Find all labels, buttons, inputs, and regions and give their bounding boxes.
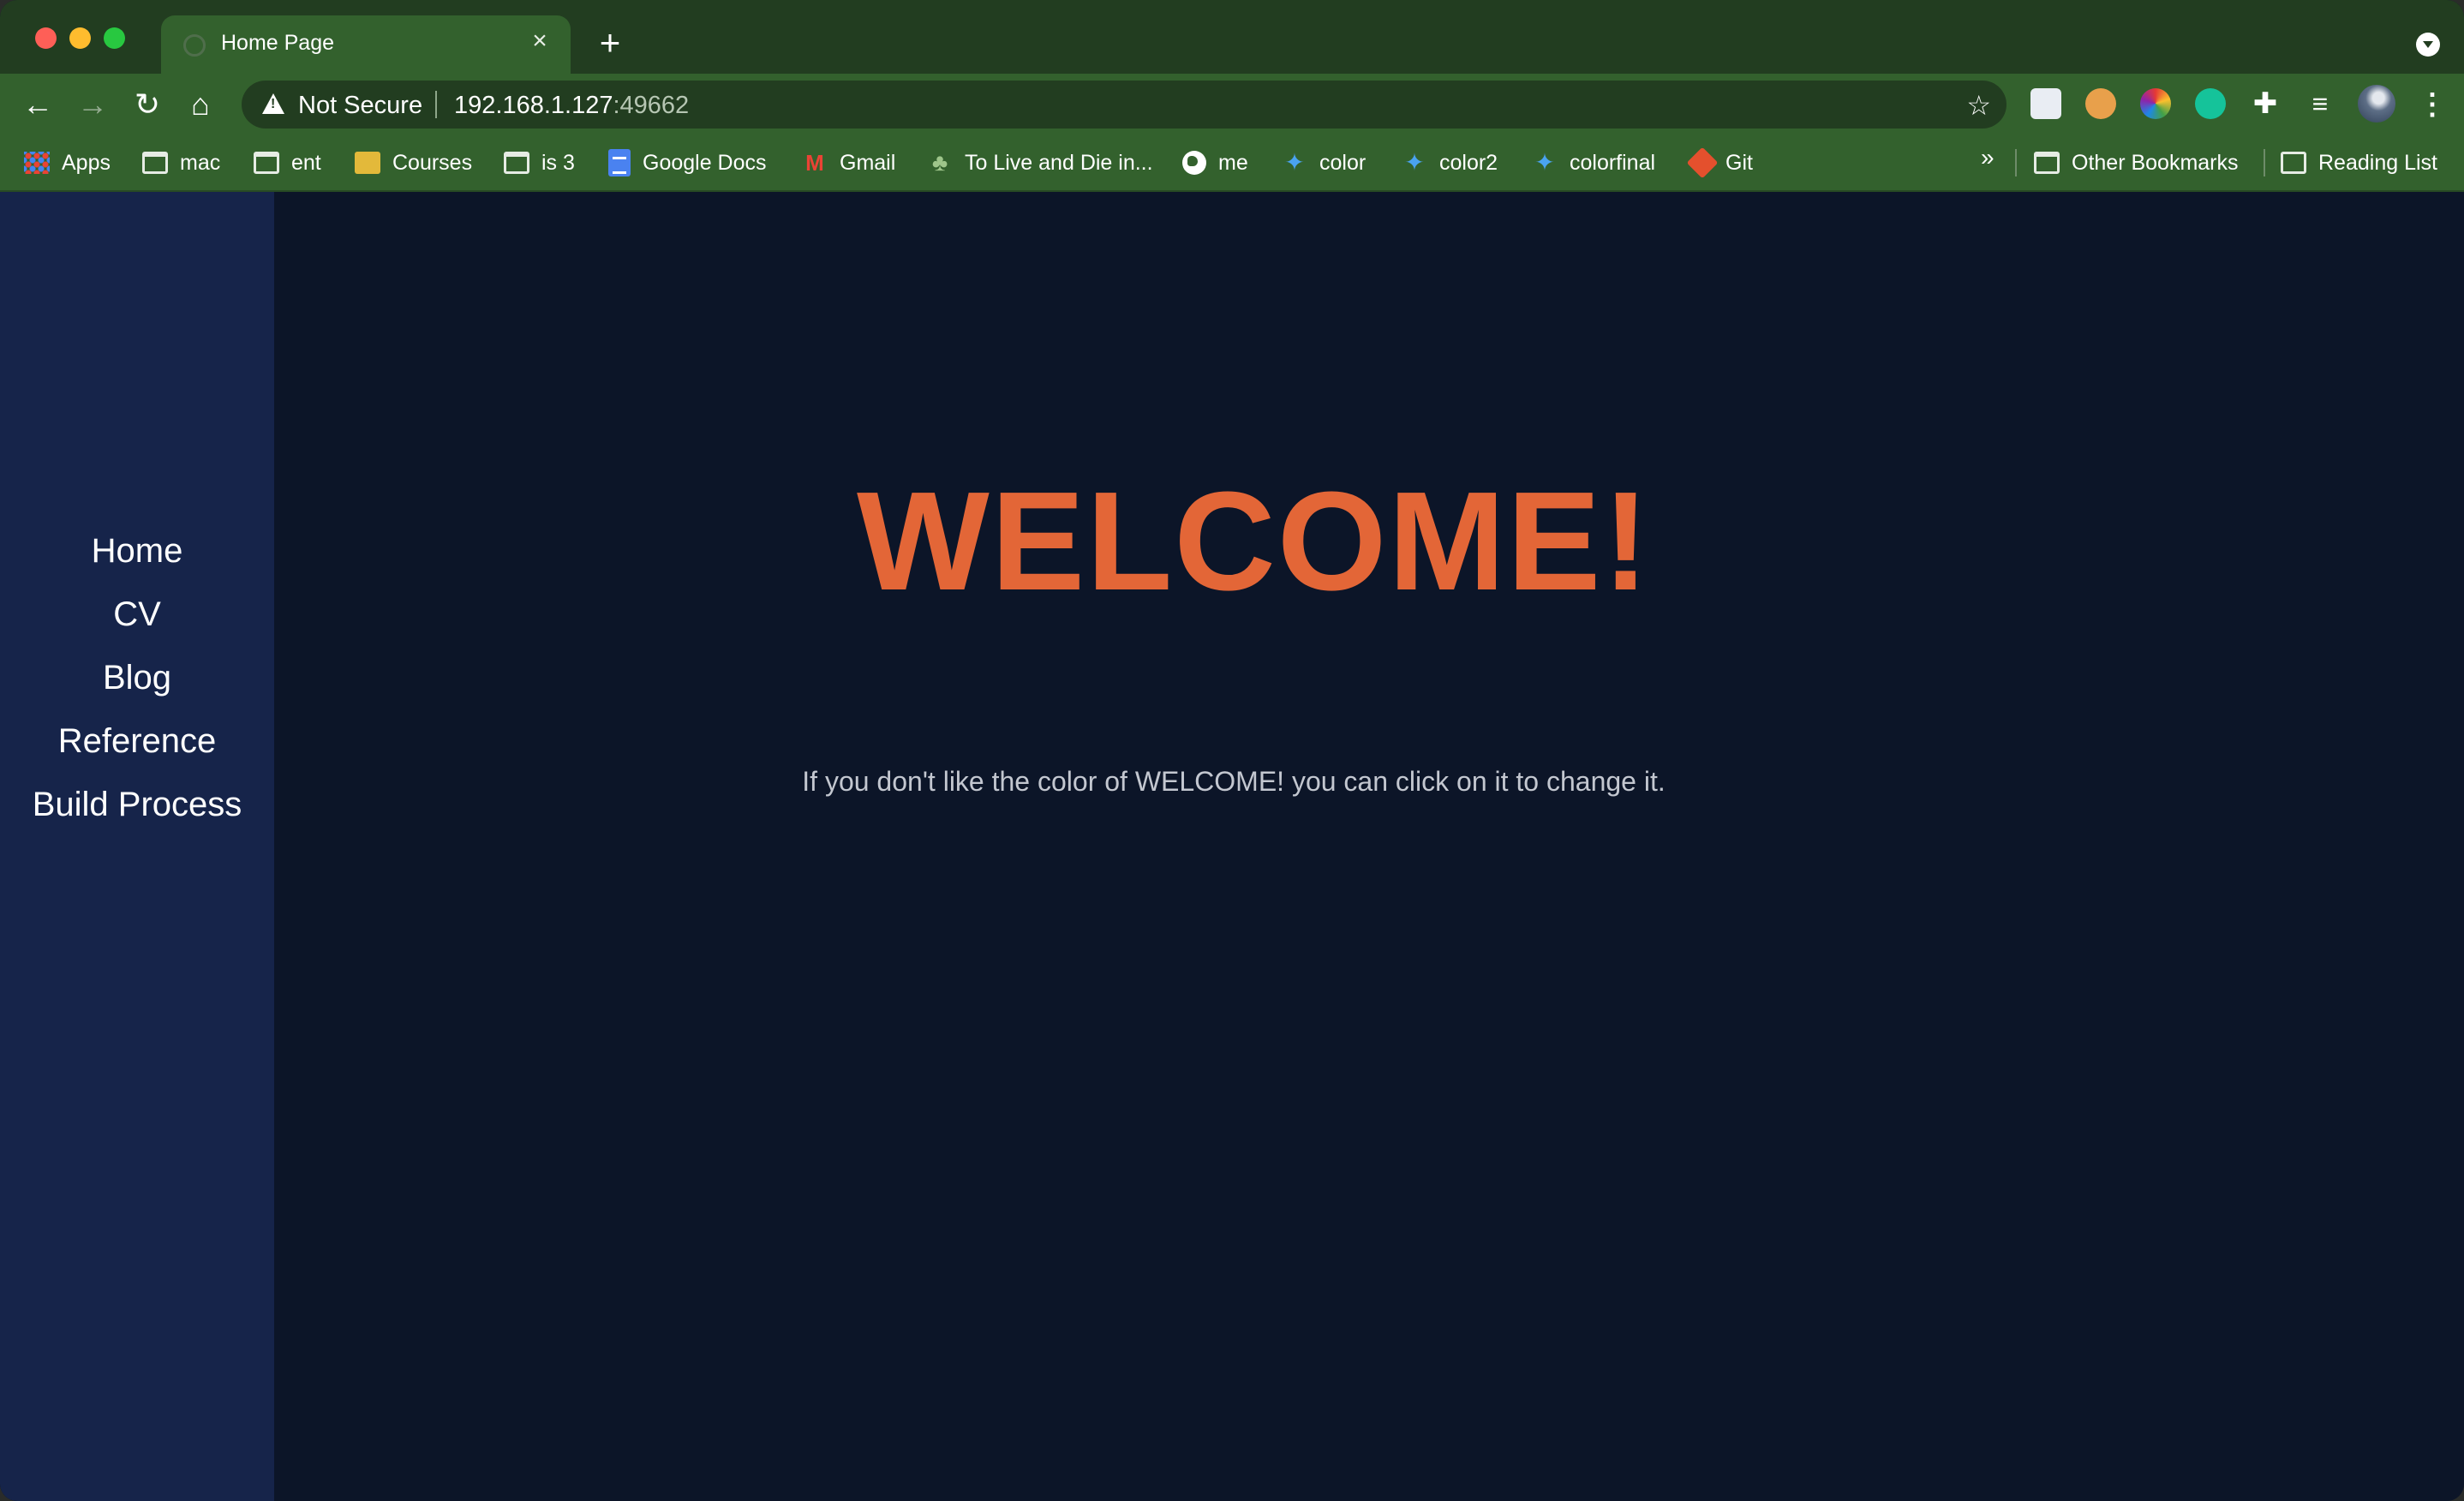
browser-toolbar: ← → ↻ ⌂ Not Secure 192.168.1.127:49662 ☆…: [0, 74, 2464, 134]
sidebar: Home CV Blog Reference Build Process: [0, 192, 274, 1501]
bookmark-mac[interactable]: mac: [142, 146, 220, 180]
git-icon: [1686, 147, 1719, 179]
twitter-icon: ✦: [1284, 149, 1305, 176]
bookmarks-divider: [2264, 149, 2265, 176]
bookmark-label: To Live and Die in...: [965, 150, 1153, 175]
tab-home-page[interactable]: Home Page ×: [161, 15, 571, 74]
apps-icon: [24, 152, 50, 174]
sidebar-item-home[interactable]: Home: [0, 519, 274, 583]
media-control-icon[interactable]: ≡: [2305, 88, 2335, 119]
other-bookmarks-button[interactable]: Other Bookmarks: [2034, 146, 2239, 180]
tab-title: Home Page: [221, 31, 335, 55]
globe-icon: [1182, 151, 1206, 175]
bookmarks-bar: Apps mac ent Courses is 3 Google Docs MG…: [0, 134, 2464, 192]
screenshot-extension-icon[interactable]: [2030, 88, 2061, 119]
bookmark-label: mac: [180, 150, 221, 175]
bookmark-apps[interactable]: Apps: [24, 146, 111, 180]
forward-button[interactable]: →: [74, 86, 111, 123]
more-bookmarks-button[interactable]: »: [1981, 144, 1995, 171]
twitter-icon: ✦: [1404, 149, 1425, 176]
twitter-icon: ✦: [1534, 149, 1555, 176]
sidebar-nav: Home CV Blog Reference Build Process: [0, 519, 274, 836]
reload-button[interactable]: ↻: [129, 86, 166, 123]
sidebar-item-blog[interactable]: Blog: [0, 646, 274, 709]
google-docs-icon: [608, 149, 631, 176]
bookmark-is-3[interactable]: is 3: [504, 146, 575, 180]
bookmark-label: Apps: [62, 150, 111, 175]
close-tab-icon[interactable]: ×: [526, 27, 553, 55]
bookmark-label: color: [1319, 150, 1367, 175]
plant-icon: ♣: [931, 149, 948, 176]
home-button[interactable]: ⌂: [182, 86, 219, 123]
reading-list-button[interactable]: Reading List: [2281, 146, 2437, 180]
grammarly-extension-icon[interactable]: [2195, 88, 2226, 119]
gmail-icon: M: [805, 150, 824, 176]
bookmark-label: is 3: [541, 150, 575, 175]
profile-avatar[interactable]: [2358, 85, 2395, 123]
loading-icon: [183, 34, 206, 57]
maximize-window-button[interactable]: [104, 27, 125, 49]
folder-icon: [142, 152, 168, 174]
bookmark-to-live-and-die[interactable]: ♣ To Live and Die in...: [927, 146, 1153, 180]
browser-menu-icon[interactable]: ⋮: [2418, 86, 2447, 123]
warning-icon[interactable]: [262, 93, 284, 114]
reading-list-icon: [2281, 152, 2306, 174]
bookmark-google-docs[interactable]: Google Docs: [608, 146, 767, 180]
tab-strip: Home Page × +: [0, 0, 2464, 74]
color-picker-extension-icon[interactable]: [2140, 88, 2171, 119]
back-button[interactable]: ←: [19, 86, 57, 123]
url-text[interactable]: 192.168.1.127:49662: [454, 92, 689, 120]
color-change-hint: If you don't like the color of WELCOME! …: [802, 766, 1666, 797]
folder-icon: [2034, 152, 2060, 174]
bookmark-label: Other Bookmarks: [2072, 150, 2239, 175]
bookmark-label: Google Docs: [643, 150, 767, 175]
bookmark-gmail[interactable]: M Gmail: [802, 146, 895, 180]
bookmark-me[interactable]: me: [1182, 146, 1248, 180]
bookmark-label: Git: [1725, 150, 1753, 175]
browser-window: Home Page × + ← → ↻ ⌂ Not Secure 192.168…: [0, 0, 2464, 1501]
bookmark-label: me: [1218, 150, 1248, 175]
bookmark-label: colorfinal: [1570, 150, 1656, 175]
url-host: 192.168.1.127: [454, 92, 613, 119]
bookmark-label: ent: [291, 150, 321, 175]
bookmark-colorfinal[interactable]: ✦ colorfinal: [1532, 146, 1655, 180]
sidebar-item-build-process[interactable]: Build Process: [0, 773, 274, 836]
folder-icon: [504, 152, 529, 174]
bookmark-label: color2: [1439, 150, 1498, 175]
minimize-window-button[interactable]: [69, 27, 91, 49]
bookmark-label: Reading List: [2318, 150, 2437, 175]
close-window-button[interactable]: [35, 27, 57, 49]
bookmark-color[interactable]: ✦ color: [1282, 146, 1366, 180]
security-label[interactable]: Not Secure: [298, 92, 422, 120]
bookmarks-divider: [2015, 149, 2017, 176]
address-bar[interactable]: Not Secure 192.168.1.127:49662 ☆: [242, 81, 2006, 129]
sidebar-item-cv[interactable]: CV: [0, 583, 274, 646]
tab-search-button[interactable]: [2416, 33, 2440, 57]
courses-icon: [355, 152, 380, 174]
sidebar-item-reference[interactable]: Reference: [0, 709, 274, 773]
bookmark-label: Gmail: [840, 150, 896, 175]
folder-icon: [254, 152, 279, 174]
monkey-extension-icon[interactable]: [2085, 88, 2116, 119]
page-content: Home CV Blog Reference Build Process WEL…: [0, 192, 2464, 1501]
bookmark-ent[interactable]: ent: [254, 146, 321, 180]
bookmark-star-icon[interactable]: ☆: [1966, 89, 1991, 122]
bookmark-git[interactable]: Git: [1686, 146, 1753, 180]
extensions-puzzle-icon[interactable]: ✚: [2250, 88, 2281, 119]
bookmark-color2[interactable]: ✦ color2: [1402, 146, 1498, 180]
url-port: :49662: [613, 92, 690, 119]
bookmark-label: Courses: [392, 150, 473, 175]
welcome-heading[interactable]: WELCOME!: [857, 464, 1649, 619]
bookmark-courses[interactable]: Courses: [355, 146, 472, 180]
address-divider: [435, 91, 437, 118]
new-tab-button[interactable]: +: [593, 25, 627, 61]
